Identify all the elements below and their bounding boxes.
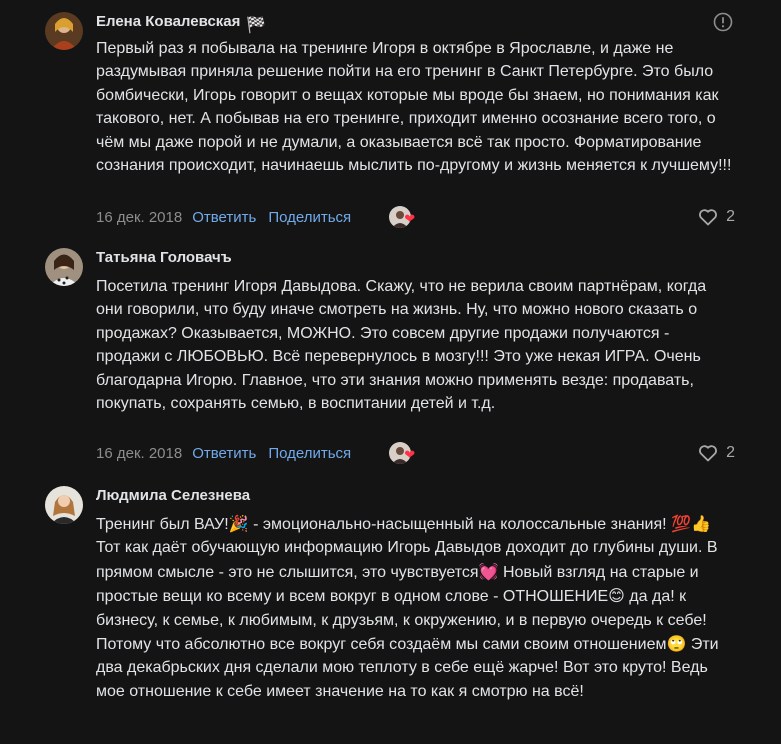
heart-outline-icon xyxy=(699,445,718,462)
avatar[interactable] xyxy=(45,248,83,286)
author-name[interactable]: Елена Ковалевская xyxy=(96,12,240,32)
comment-text: Посетила тренинг Игоря Давыдова. Скажу, … xyxy=(96,278,707,413)
like-count: 2 xyxy=(726,208,735,225)
reactions[interactable]: ❤ xyxy=(389,206,415,228)
share-button[interactable]: Поделиться xyxy=(268,209,351,226)
more-icon[interactable] xyxy=(713,12,733,37)
text-segment: Тренинг был ВАУ! xyxy=(96,516,229,533)
reactions[interactable]: ❤ xyxy=(389,442,415,464)
comment: Елена Ковалевская 🏁 Первый раз я побывал… xyxy=(0,0,781,230)
comment: Людмила Селезнева Тренинг был ВАУ!🎉 - эм… xyxy=(0,466,781,703)
text-segment: - эмоционально-насыщенный на колоссальны… xyxy=(248,516,672,533)
beating-heart-icon: 💓 xyxy=(478,561,499,581)
comment-date[interactable]: 16 дек. 2018 xyxy=(96,445,182,462)
comment-meta: 16 дек. 2018 Ответить Поделиться ❤ 2 xyxy=(96,204,735,230)
author-name[interactable]: Людмила Селезнева xyxy=(96,486,250,506)
comment: Татьяна Головачъ Посетила тренинг Игоря … xyxy=(0,230,781,466)
heart-icon: ❤ xyxy=(404,447,416,462)
like-button[interactable]: 2 xyxy=(698,444,735,462)
smiling-face-icon: 😊 xyxy=(608,586,625,606)
avatar[interactable] xyxy=(45,12,83,50)
share-button[interactable]: Поделиться xyxy=(268,445,351,462)
comment-text: Тренинг был ВАУ!🎉 - эмоционально-насыщен… xyxy=(96,512,733,703)
party-popper-icon: 🎉 xyxy=(228,514,249,533)
avatar[interactable] xyxy=(45,486,83,524)
comment-author: Елена Ковалевская 🏁 xyxy=(96,12,733,34)
like-count: 2 xyxy=(726,444,735,461)
reply-button[interactable]: Ответить xyxy=(192,445,256,462)
checkered-flag-icon: 🏁 xyxy=(246,15,267,34)
eye-roll-face-icon: 🙄 xyxy=(666,634,687,654)
reply-button[interactable]: Ответить xyxy=(192,209,256,226)
like-button[interactable]: 2 xyxy=(698,208,735,226)
hundred-thumbs-up-icon: 💯👍 xyxy=(671,514,711,533)
comment-author: Татьяна Головачъ xyxy=(96,248,733,268)
comment-text: Первый раз я побывала на тренинге Игоря … xyxy=(96,40,732,175)
comment-date[interactable]: 16 дек. 2018 xyxy=(96,209,182,226)
heart-outline-icon xyxy=(699,209,718,226)
heart-icon: ❤ xyxy=(404,211,416,226)
comment-meta: 16 дек. 2018 Ответить Поделиться ❤ 2 xyxy=(96,440,735,466)
comment-author: Людмила Селезнева xyxy=(96,486,733,506)
author-name[interactable]: Татьяна Головачъ xyxy=(96,248,232,268)
